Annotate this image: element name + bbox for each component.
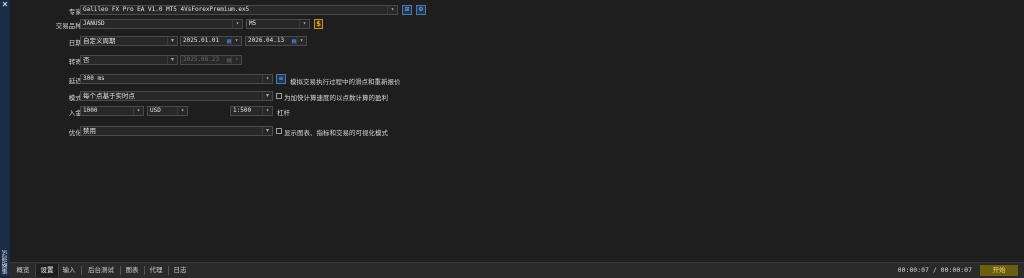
- strategy-tester-label: 策略测试: [2, 250, 9, 274]
- forward-date-field: 2025.08.23 ▦ ▾: [180, 55, 242, 65]
- info-icon[interactable]: ≡: [276, 74, 286, 84]
- settings-icon[interactable]: ⚙: [416, 5, 426, 15]
- tab-agents[interactable]: 代理: [146, 264, 166, 277]
- chevron-down-icon[interactable]: ▾: [177, 107, 187, 115]
- fast-calc-checkbox[interactable]: [276, 93, 282, 99]
- chevron-down-icon[interactable]: ▾: [262, 127, 272, 135]
- chevron-down-icon[interactable]: ▾: [231, 37, 241, 45]
- chevron-down-icon[interactable]: ▾: [387, 6, 397, 14]
- delay-label: 延迟:: [68, 77, 84, 85]
- date-to-value: 2026.04.13: [248, 37, 285, 44]
- date-from-field[interactable]: 2025.01.01 ▦ ▾: [180, 36, 242, 46]
- settings-panel: 专家: Galileo FX Pro EA V1.0 MT5 4VsForexP…: [10, 0, 1024, 262]
- chevron-down-icon[interactable]: ▾: [262, 92, 272, 100]
- date-from-value: 2025.01.01: [183, 37, 220, 44]
- forward-label: 转寄:: [68, 58, 84, 66]
- chevron-down-icon[interactable]: ▾: [133, 107, 143, 115]
- tab-separator: [120, 266, 121, 275]
- optimization-select[interactable]: 禁用 ▾: [80, 126, 273, 136]
- date-to-field[interactable]: 2026.04.13 ▦ ▾: [245, 36, 307, 46]
- date-range-value: 自定义周期: [83, 37, 116, 45]
- expert-label: 专家:: [68, 8, 84, 16]
- date-range-select[interactable]: 自定义周期 ▾: [80, 36, 178, 46]
- close-icon[interactable]: ✕: [1, 1, 9, 9]
- slippage-label: 模拟交易执行过程中的滑点和重新报价: [290, 78, 401, 86]
- chevron-down-icon[interactable]: ▾: [262, 107, 272, 115]
- chevron-down-icon[interactable]: ▾: [296, 37, 306, 45]
- dollar-icon[interactable]: $: [314, 19, 323, 29]
- mode-value: 每个点基于实时点: [83, 92, 135, 100]
- leverage-select[interactable]: 1:500 ▾: [230, 106, 273, 116]
- chevron-down-icon[interactable]: ▾: [262, 75, 272, 83]
- vertical-sidebar: ✕ 策略测试: [0, 0, 10, 277]
- forward-date-value: 2025.08.23: [183, 56, 220, 63]
- expert-value: Galileo FX Pro EA V1.0 MT5 4VsForexPremi…: [83, 6, 250, 13]
- deposit-amount-select[interactable]: 1000 ▾: [80, 106, 144, 116]
- tab-settings[interactable]: 设置: [35, 264, 59, 277]
- tab-overview[interactable]: 概览: [12, 264, 34, 277]
- timeframe-select[interactable]: M5 ▾: [246, 19, 310, 29]
- tab-inputs[interactable]: 输入: [59, 264, 79, 277]
- chevron-down-icon: ▾: [231, 56, 241, 64]
- optimization-value: 禁用: [83, 127, 96, 135]
- visual-mode-label: 显示图表、指标和交易的可视化模式: [284, 129, 388, 137]
- delay-select[interactable]: 300 ms ▾: [80, 74, 273, 84]
- chevron-down-icon[interactable]: ▾: [167, 56, 177, 64]
- tab-chart[interactable]: 图表: [122, 264, 142, 277]
- chevron-down-icon[interactable]: ▾: [167, 37, 177, 45]
- timeframe-value: M5: [249, 20, 257, 27]
- forward-value: 否: [83, 56, 90, 64]
- expert-select[interactable]: Galileo FX Pro EA V1.0 MT5 4VsForexPremi…: [80, 5, 398, 15]
- mode-label: 模式:: [68, 94, 84, 102]
- symbol-label: 交易品种:: [55, 22, 84, 30]
- tab-journal[interactable]: 日志: [170, 264, 190, 277]
- deposit-amount-value: 1000: [83, 107, 98, 114]
- chevron-down-icon[interactable]: ▾: [299, 20, 309, 28]
- symbol-select[interactable]: JANUSD ▾: [80, 19, 243, 29]
- forward-select[interactable]: 否 ▾: [80, 55, 178, 65]
- stats-icon[interactable]: ⊞: [402, 5, 412, 15]
- tab-backtest[interactable]: 后台测试: [83, 264, 119, 277]
- tab-separator: [144, 266, 145, 275]
- tab-separator: [168, 266, 169, 275]
- start-button[interactable]: 开始: [980, 265, 1018, 276]
- currency-select[interactable]: USD ▾: [147, 106, 188, 116]
- currency-value: USD: [150, 107, 161, 114]
- tab-separator: [81, 266, 82, 275]
- chevron-down-icon[interactable]: ▾: [232, 20, 242, 28]
- elapsed-timer: 00:00:07 / 00:00:07: [897, 266, 972, 274]
- leverage-label: 杠杆: [277, 109, 290, 117]
- bottom-tab-bar: 概览 设置 输入 后台测试 图表 代理 日志 00:00:07 / 00:00:…: [10, 262, 1024, 278]
- mode-select[interactable]: 每个点基于实时点 ▾: [80, 91, 273, 101]
- date-label: 日期:: [68, 39, 84, 47]
- leverage-value: 1:500: [233, 107, 252, 114]
- delay-value: 300 ms: [83, 75, 105, 82]
- visual-mode-checkbox[interactable]: [276, 128, 282, 134]
- fast-calc-label: 为加快计算速度的以点数计算的盈利: [284, 94, 388, 102]
- symbol-value: JANUSD: [83, 20, 105, 27]
- optimization-label: 优化:: [68, 129, 84, 137]
- deposit-label: 入金:: [68, 109, 84, 117]
